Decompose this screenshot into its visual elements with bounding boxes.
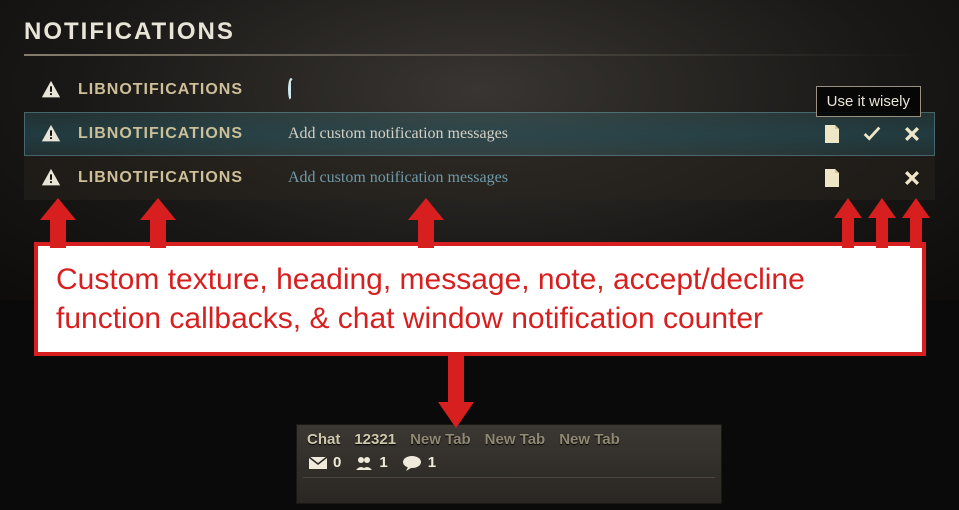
note-icon[interactable] (821, 123, 843, 145)
row-actions (821, 167, 929, 189)
warning-icon (38, 165, 64, 191)
friends-icon (355, 456, 373, 470)
notification-heading: LIBNOTIFICATIONS (78, 125, 288, 143)
mail-icon (309, 457, 327, 469)
accept-icon[interactable] (861, 123, 883, 145)
notification-message: Add custom notification messages (288, 169, 821, 187)
notification-heading: LIBNOTIFICATIONS (78, 81, 288, 99)
chat-tab[interactable]: New Tab (485, 431, 546, 448)
decline-icon[interactable] (901, 123, 923, 145)
notification-row[interactable]: LIBNOTIFICATIONS Add custom notification… (24, 156, 935, 200)
annotation-arrow-icon (868, 198, 896, 248)
chat-tabs: Chat 12321 New Tab New Tab New Tab (297, 425, 721, 450)
chat-tab[interactable]: Chat (307, 431, 340, 448)
notification-row[interactable]: LIBNOTIFICATIONS (24, 68, 935, 112)
tooltip: Use it wisely (816, 86, 921, 117)
speech-bubble-icon (402, 455, 422, 471)
chat-tab[interactable]: New Tab (559, 431, 620, 448)
notification-list: LIBNOTIFICATIONS LIBNOTIFICATIONS Add cu… (24, 68, 935, 200)
loading-spinner-icon (288, 78, 294, 101)
chat-log (303, 477, 715, 482)
friends-counter[interactable]: 1 (355, 454, 387, 471)
chat-tab[interactable]: New Tab (410, 431, 471, 448)
annotation-arrow-icon (408, 198, 444, 248)
warning-icon (38, 77, 64, 103)
note-icon[interactable] (821, 167, 843, 189)
chat-status-bar: 0 1 1 (297, 450, 721, 475)
annotation-callout: Custom texture, heading, message, note, … (34, 242, 926, 356)
warning-icon (38, 121, 64, 147)
row-actions (821, 123, 929, 145)
page-title: NOTIFICATIONS (24, 18, 935, 46)
divider (24, 54, 935, 56)
annotation-arrow-icon (902, 198, 930, 248)
chat-tab[interactable]: 12321 (354, 431, 396, 448)
friends-count: 1 (379, 454, 387, 471)
chat-window: Chat 12321 New Tab New Tab New Tab 0 1 1 (296, 424, 722, 504)
notification-counter[interactable]: 1 (402, 454, 436, 471)
notification-message: Add custom notification messages (288, 125, 821, 143)
decline-icon[interactable] (901, 167, 923, 189)
mail-counter[interactable]: 0 (309, 454, 341, 471)
annotation-arrow-icon (438, 352, 474, 428)
notification-heading: LIBNOTIFICATIONS (78, 169, 288, 187)
annotation-arrow-icon (40, 198, 76, 248)
notification-count: 1 (428, 454, 436, 471)
mail-count: 0 (333, 454, 341, 471)
annotation-arrow-icon (140, 198, 176, 248)
notification-row[interactable]: LIBNOTIFICATIONS Add custom notification… (24, 112, 935, 156)
annotation-arrow-icon (834, 198, 862, 248)
